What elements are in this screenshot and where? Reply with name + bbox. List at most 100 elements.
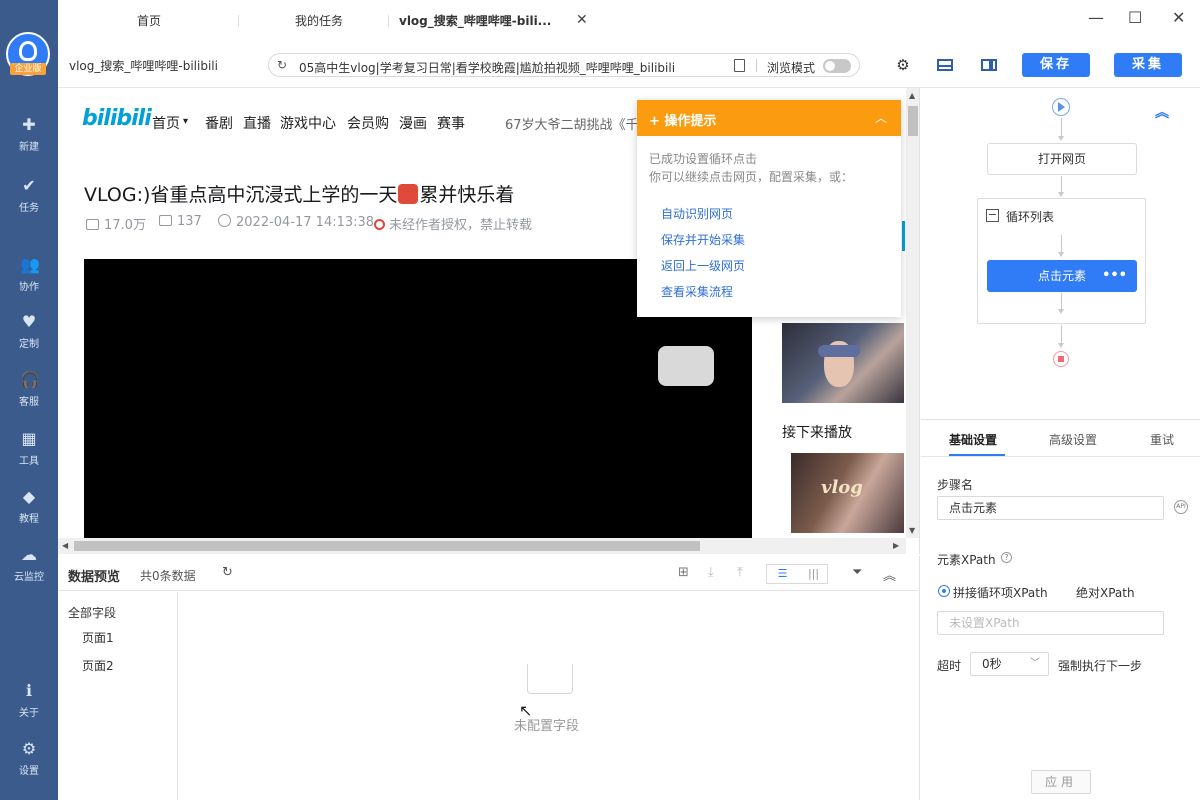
help-icon[interactable]: ? [1001, 552, 1012, 563]
bili-nav-manga[interactable]: 漫画 [399, 113, 427, 133]
preview-header: 数据预览 共0条数据 ↻ ⊞ ⤓ ⤒ ☰ ||| ⏷ ︽ [58, 556, 920, 591]
tab-advanced-settings[interactable]: 高级设置 [1049, 431, 1097, 448]
vertical-scrollbar[interactable]: ▲ ▼ [906, 88, 919, 538]
flow-node-open-page[interactable]: 打开网页 [987, 143, 1137, 175]
view-count: 17.0万 [86, 214, 146, 233]
nav-label: 客服 [19, 397, 39, 408]
tab-basic-settings[interactable]: 基础设置 [949, 431, 997, 448]
tab-active-page[interactable]: vlog_搜索_哔哩哔哩-bili... [399, 12, 551, 30]
browse-mode-toggle[interactable] [823, 59, 851, 73]
tab-home[interactable]: 首页 [137, 12, 161, 30]
add-field-icon[interactable]: ⊞ [678, 565, 689, 580]
play-icon [86, 219, 99, 230]
nav-item-tools[interactable]: ▦ 工具 [0, 430, 58, 478]
url-input[interactable]: 05高中生vlog|学考复习日常|看学校晚霞|尴尬拍视频_哔哩哔哩_bilibi… [299, 59, 709, 76]
refresh-icon[interactable]: ↻ [222, 565, 233, 580]
window-close-icon[interactable]: ✕ [1172, 8, 1185, 27]
bili-nav-home[interactable]: 首页 [152, 113, 180, 133]
field-list: 全部字段 页面1 页面2 [58, 592, 178, 800]
minimize-icon[interactable]: — [1088, 8, 1104, 27]
refresh-icon[interactable]: ↻ [277, 58, 287, 72]
cloud-pulse-icon: ☁ [21, 545, 37, 564]
scroll-thumb[interactable] [74, 541, 700, 551]
timeout-select[interactable]: 0秒 ﹀ [970, 652, 1049, 676]
page-info-icon[interactable] [734, 59, 745, 72]
scroll-down-icon[interactable]: ▼ [909, 526, 915, 535]
nav-item-tasks[interactable]: ✔ 任务 [0, 177, 58, 225]
scroll-thumb[interactable] [908, 106, 918, 136]
nav-label: 新建 [19, 142, 39, 153]
gear-icon[interactable]: ⚙ [894, 56, 912, 74]
collapse-minus-icon[interactable]: − [986, 209, 999, 222]
bili-nav-live[interactable]: 直播 [243, 113, 271, 133]
maximize-icon[interactable]: ☐ [1128, 8, 1142, 27]
step-name-input[interactable]: 点击元素 [937, 496, 1164, 520]
tab-my-tasks[interactable]: 我的任务 [295, 12, 343, 30]
xpath-input[interactable]: 未设置XPath [937, 611, 1164, 635]
apply-button[interactable]: 应用 [1031, 770, 1091, 794]
collapse-chevron-icon[interactable]: ︽ [1155, 102, 1169, 122]
radio-absolute-xpath[interactable] [1061, 585, 1073, 597]
publish-date: 2022-04-17 14:13:38 [218, 214, 374, 230]
bili-nav-anime[interactable]: 番剧 [205, 113, 233, 133]
nav-item-about[interactable]: ℹ 关于 [0, 682, 58, 730]
bili-nav-match[interactable]: 赛事 [437, 113, 465, 133]
scroll-up-icon[interactable]: ▲ [909, 91, 915, 100]
export-icon[interactable]: ⤒ [737, 565, 743, 580]
field-all[interactable]: 全部字段 [68, 604, 116, 621]
tip-link-go-back[interactable]: 返回上一级网页 [661, 257, 745, 274]
radio-loop-xpath-label[interactable]: 拼接循环项XPath [953, 584, 1048, 601]
radio-loop-xpath[interactable] [938, 585, 950, 597]
tip-link-save-start[interactable]: 保存并开始采集 [661, 231, 745, 248]
flow-node-loop-list[interactable]: − 循环列表 点击元素 ••• [977, 198, 1146, 324]
collect-button[interactable]: 采集 [1114, 53, 1182, 77]
tip-title: + 操作提示 [649, 114, 717, 129]
bili-nav-game[interactable]: 游戏中心 [280, 113, 336, 133]
nav-item-cloud-monitor[interactable]: ☁ 云监控 [0, 546, 58, 594]
tip-link-view-flow[interactable]: 查看采集流程 [661, 283, 733, 300]
next-video-thumbnail[interactable]: vlog [791, 453, 904, 533]
horizontal-scrollbar[interactable]: ◀ ▶ [58, 538, 906, 554]
flow-start-icon[interactable] [1052, 98, 1070, 116]
list-view-icon[interactable]: ☰ [767, 565, 798, 583]
flow-node-click-element[interactable]: 点击元素 ••• [987, 260, 1137, 292]
save-button[interactable]: 保存 [1022, 53, 1090, 77]
nav-item-support[interactable]: 🎧 客服 [0, 371, 58, 419]
recommend-thumbnail[interactable] [782, 323, 904, 403]
layout-bottom-panel-icon[interactable] [937, 59, 953, 71]
app-logo[interactable]: 企业版 [6, 32, 50, 76]
api-icon[interactable]: API [1174, 500, 1188, 514]
nav-label: 任务 [19, 203, 39, 214]
hot-search-text[interactable]: 67岁大爷二胡挑战《千 [505, 114, 639, 133]
more-icon[interactable]: ••• [1102, 260, 1127, 292]
field-page1[interactable]: 页面1 [82, 629, 114, 646]
nav-label: 教程 [19, 514, 39, 525]
layout-right-panel-icon[interactable] [981, 59, 997, 71]
tab-retry[interactable]: 重试 [1150, 431, 1174, 448]
nav-item-tutorial[interactable]: ◆ 教程 [0, 488, 58, 536]
browse-mode-label: 浏览模式 [767, 61, 816, 75]
flow-arrow [1058, 192, 1064, 197]
people-icon: 👥 [20, 255, 40, 274]
field-page2[interactable]: 页面2 [82, 657, 114, 674]
chevron-up-icon[interactable]: ︿ [875, 109, 887, 126]
column-view-icon[interactable]: ||| [798, 565, 829, 583]
collapse-up-icon[interactable]: ︽ [883, 565, 896, 584]
bilibili-logo[interactable]: bilibili [82, 106, 152, 131]
nav-item-custom[interactable]: ♥ 定制 [0, 313, 58, 361]
filter-icon[interactable]: ⏷ [852, 565, 862, 580]
radio-absolute-xpath-label[interactable]: 绝对XPath [1076, 584, 1135, 601]
scroll-right-icon[interactable]: ▶ [893, 541, 899, 550]
workflow-panel: ︽ 打开网页 − 循环列表 点击元素 ••• [921, 88, 1200, 420]
address-bar[interactable]: ↻ 05高中生vlog|学考复习日常|看学校晚霞|尴尬拍视频_哔哩哔哩_bili… [268, 53, 860, 77]
nav-item-collab[interactable]: 👥 协作 [0, 256, 58, 304]
tab-close-icon[interactable]: ✕ [576, 12, 588, 28]
flow-end-icon[interactable] [1053, 351, 1069, 367]
nav-item-settings[interactable]: ⚙ 设置 [0, 740, 58, 788]
bili-nav-mall[interactable]: 会员购 [347, 113, 389, 133]
tip-link-auto-detect[interactable]: 自动识别网页 [661, 205, 733, 222]
tab-divider [238, 15, 239, 27]
import-icon[interactable]: ⤓ [708, 565, 714, 580]
nav-item-new[interactable]: ✚ 新建 [0, 116, 58, 164]
scroll-left-icon[interactable]: ◀ [62, 541, 68, 550]
